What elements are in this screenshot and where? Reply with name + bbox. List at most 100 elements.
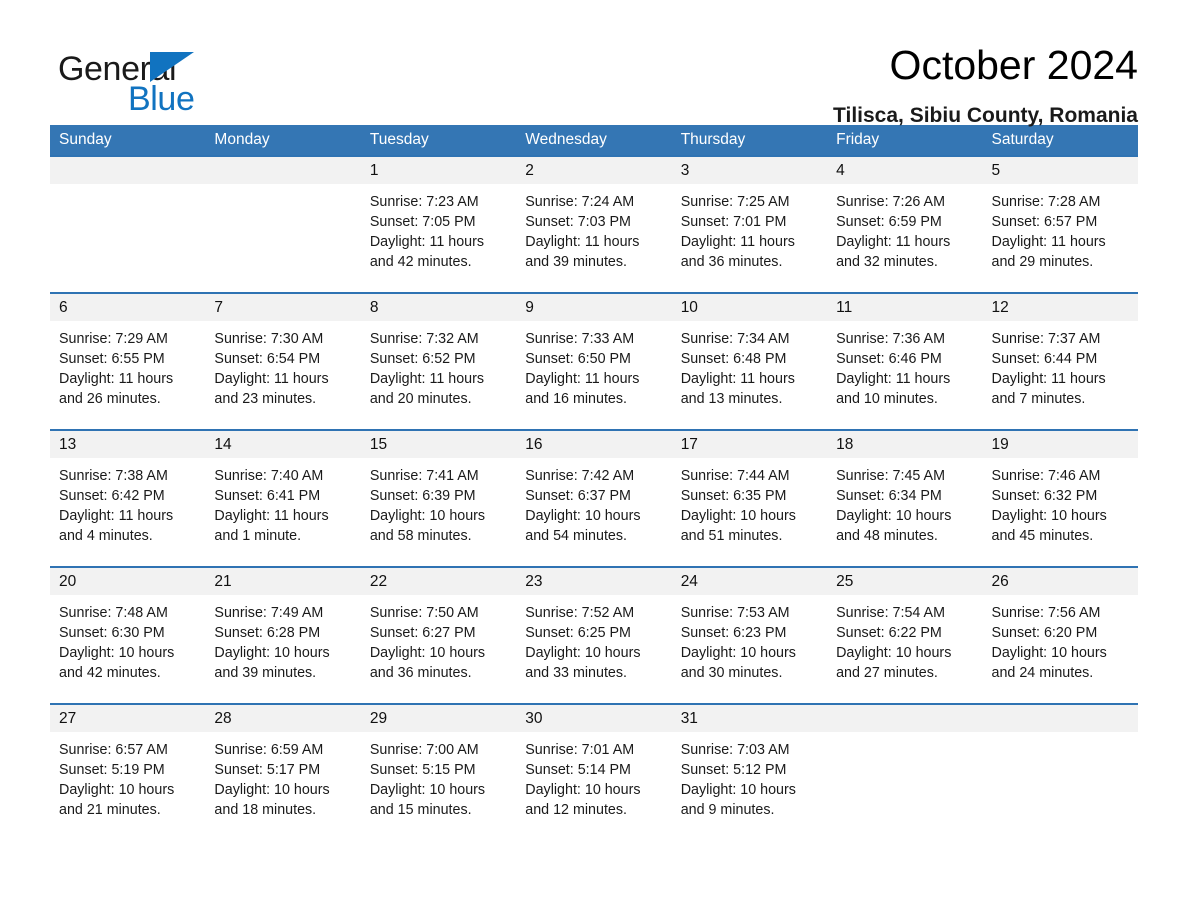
day-number[interactable]: 12 <box>983 294 1138 321</box>
day-number[interactable]: 3 <box>672 157 827 184</box>
day-number[interactable]: 30 <box>516 705 671 732</box>
day-cell[interactable]: Sunrise: 7:54 AM Sunset: 6:22 PM Dayligh… <box>827 595 982 703</box>
sunrise-text: Sunrise: 7:32 AM <box>369 331 479 347</box>
sunset-text: Sunset: 6:41 PM <box>214 488 321 504</box>
day-cell[interactable]: Sunrise: 7:48 AM Sunset: 6:30 PM Dayligh… <box>50 595 205 703</box>
day-number[interactable] <box>50 157 205 184</box>
daylight-text: Daylight: 10 hours <box>680 508 796 524</box>
day-cell[interactable]: Sunrise: 7:46 AM Sunset: 6:32 PM Dayligh… <box>983 458 1138 566</box>
daylight-text-cont: and 58 minutes. <box>369 528 472 544</box>
day-number[interactable]: 11 <box>827 294 982 321</box>
day-cell[interactable]: Sunrise: 7:41 AM Sunset: 6:39 PM Dayligh… <box>361 458 516 566</box>
day-number[interactable]: 21 <box>205 568 360 595</box>
day-cell[interactable]: Sunrise: 6:59 AM Sunset: 5:17 PM Dayligh… <box>205 732 360 840</box>
day-cell[interactable]: Sunrise: 7:34 AM Sunset: 6:48 PM Dayligh… <box>672 321 827 429</box>
day-cell[interactable]: Sunrise: 7:26 AM Sunset: 6:59 PM Dayligh… <box>827 184 982 292</box>
day-number[interactable]: 31 <box>672 705 827 732</box>
week-detail-row: Sunrise: 7:48 AM Sunset: 6:30 PM Dayligh… <box>50 595 1138 703</box>
day-cell[interactable]: Sunrise: 7:45 AM Sunset: 6:34 PM Dayligh… <box>827 458 982 566</box>
day-number[interactable]: 6 <box>50 294 205 321</box>
daylight-text: Daylight: 10 hours <box>59 782 175 798</box>
day-number[interactable]: 20 <box>50 568 205 595</box>
day-number[interactable]: 28 <box>205 705 360 732</box>
day-number[interactable]: 16 <box>516 431 671 458</box>
sunset-text: Sunset: 5:12 PM <box>680 762 787 778</box>
sunrise-text: Sunrise: 7:24 AM <box>525 194 635 210</box>
daylight-text: Daylight: 11 hours <box>214 508 329 524</box>
day-cell[interactable]: Sunrise: 7:01 AM Sunset: 5:14 PM Dayligh… <box>516 732 671 840</box>
day-number[interactable]: 25 <box>827 568 982 595</box>
day-number[interactable]: 27 <box>50 705 205 732</box>
sunrise-text: Sunrise: 6:59 AM <box>214 742 324 758</box>
day-cell[interactable]: Sunrise: 7:33 AM Sunset: 6:50 PM Dayligh… <box>516 321 671 429</box>
day-number[interactable]: 26 <box>983 568 1138 595</box>
day-cell[interactable]: Sunrise: 7:56 AM Sunset: 6:20 PM Dayligh… <box>983 595 1138 703</box>
day-cell[interactable]: Sunrise: 7:24 AM Sunset: 7:03 PM Dayligh… <box>516 184 671 292</box>
day-cell[interactable]: Sunrise: 7:52 AM Sunset: 6:25 PM Dayligh… <box>516 595 671 703</box>
day-number[interactable]: 19 <box>983 431 1138 458</box>
day-cell[interactable]: Sunrise: 7:36 AM Sunset: 6:46 PM Dayligh… <box>827 321 982 429</box>
day-number[interactable]: 18 <box>827 431 982 458</box>
day-number[interactable]: 2 <box>516 157 671 184</box>
day-number[interactable]: 23 <box>516 568 671 595</box>
day-number[interactable]: 10 <box>672 294 827 321</box>
day-cell[interactable]: Sunrise: 7:49 AM Sunset: 6:28 PM Dayligh… <box>205 595 360 703</box>
day-cell[interactable]: Sunrise: 7:29 AM Sunset: 6:55 PM Dayligh… <box>50 321 205 429</box>
day-cell[interactable]: Sunrise: 7:53 AM Sunset: 6:23 PM Dayligh… <box>672 595 827 703</box>
day-cell[interactable]: Sunrise: 7:28 AM Sunset: 6:57 PM Dayligh… <box>983 184 1138 292</box>
day-number[interactable] <box>205 157 360 184</box>
day-number[interactable]: 15 <box>361 431 516 458</box>
day-number[interactable]: 7 <box>205 294 360 321</box>
day-cell[interactable]: Sunrise: 7:42 AM Sunset: 6:37 PM Dayligh… <box>516 458 671 566</box>
day-cell[interactable]: Sunrise: 7:25 AM Sunset: 7:01 PM Dayligh… <box>672 184 827 292</box>
sunset-text: Sunset: 5:14 PM <box>525 762 631 778</box>
daylight-text: Daylight: 10 hours <box>680 782 796 798</box>
day-cell[interactable]: Sunrise: 7:00 AM Sunset: 5:15 PM Dayligh… <box>361 732 516 840</box>
day-number[interactable]: 17 <box>672 431 827 458</box>
day-cell[interactable]: Sunrise: 7:23 AM Sunset: 7:05 PM Dayligh… <box>361 184 516 292</box>
daylight-text: Daylight: 11 hours <box>214 371 329 387</box>
sunset-text: Sunset: 6:25 PM <box>525 625 631 641</box>
day-number[interactable]: 13 <box>50 431 205 458</box>
sunset-text: Sunset: 6:30 PM <box>59 625 165 641</box>
general-blue-logo: General Blue <box>50 44 290 116</box>
day-number[interactable]: 9 <box>516 294 671 321</box>
day-cell[interactable]: Sunrise: 7:03 AM Sunset: 5:12 PM Dayligh… <box>672 732 827 840</box>
sunrise-text: Sunrise: 7:50 AM <box>369 605 479 621</box>
day-number[interactable]: 5 <box>983 157 1138 184</box>
sunrise-text: Sunrise: 7:25 AM <box>680 194 790 210</box>
day-cell[interactable]: Sunrise: 7:44 AM Sunset: 6:35 PM Dayligh… <box>672 458 827 566</box>
sunrise-text: Sunrise: 7:34 AM <box>680 331 790 347</box>
day-cell[interactable]: Sunrise: 7:37 AM Sunset: 6:44 PM Dayligh… <box>983 321 1138 429</box>
sunset-text: Sunset: 6:35 PM <box>680 488 787 504</box>
day-number[interactable]: 14 <box>205 431 360 458</box>
day-number[interactable]: 1 <box>361 157 516 184</box>
day-number[interactable]: 24 <box>672 568 827 595</box>
logo-triangle-icon <box>150 52 194 82</box>
daylight-text: Daylight: 10 hours <box>525 782 641 798</box>
day-cell[interactable]: Sunrise: 6:57 AM Sunset: 5:19 PM Dayligh… <box>50 732 205 840</box>
daylight-text-cont: and 27 minutes. <box>836 665 938 681</box>
week-detail-row: Sunrise: 7:38 AM Sunset: 6:42 PM Dayligh… <box>50 458 1138 566</box>
day-number[interactable] <box>827 705 982 732</box>
day-number[interactable] <box>983 705 1138 732</box>
day-cell[interactable]: Sunrise: 7:32 AM Sunset: 6:52 PM Dayligh… <box>361 321 516 429</box>
weekday-header-sunday: Sunday <box>59 131 112 148</box>
day-number[interactable]: 29 <box>361 705 516 732</box>
daylight-text: Daylight: 11 hours <box>525 371 640 387</box>
sunset-text: Sunset: 6:23 PM <box>680 625 787 641</box>
day-number[interactable]: 4 <box>827 157 982 184</box>
sunset-text: Sunset: 6:32 PM <box>991 488 1098 504</box>
sunset-text: Sunset: 6:55 PM <box>59 351 165 367</box>
daylight-text: Daylight: 10 hours <box>214 782 330 798</box>
day-cell[interactable]: Sunrise: 7:38 AM Sunset: 6:42 PM Dayligh… <box>50 458 205 566</box>
day-number[interactable]: 8 <box>361 294 516 321</box>
daylight-text-cont: and 54 minutes. <box>525 528 627 544</box>
daylight-text: Daylight: 11 hours <box>991 371 1106 387</box>
day-cell[interactable]: Sunrise: 7:40 AM Sunset: 6:41 PM Dayligh… <box>205 458 360 566</box>
week-daynum-band: 6 7 8 9 10 11 12 <box>50 294 1138 321</box>
sunset-text: Sunset: 6:50 PM <box>525 351 631 367</box>
day-cell[interactable]: Sunrise: 7:30 AM Sunset: 6:54 PM Dayligh… <box>205 321 360 429</box>
day-cell[interactable]: Sunrise: 7:50 AM Sunset: 6:27 PM Dayligh… <box>361 595 516 703</box>
day-number[interactable]: 22 <box>361 568 516 595</box>
